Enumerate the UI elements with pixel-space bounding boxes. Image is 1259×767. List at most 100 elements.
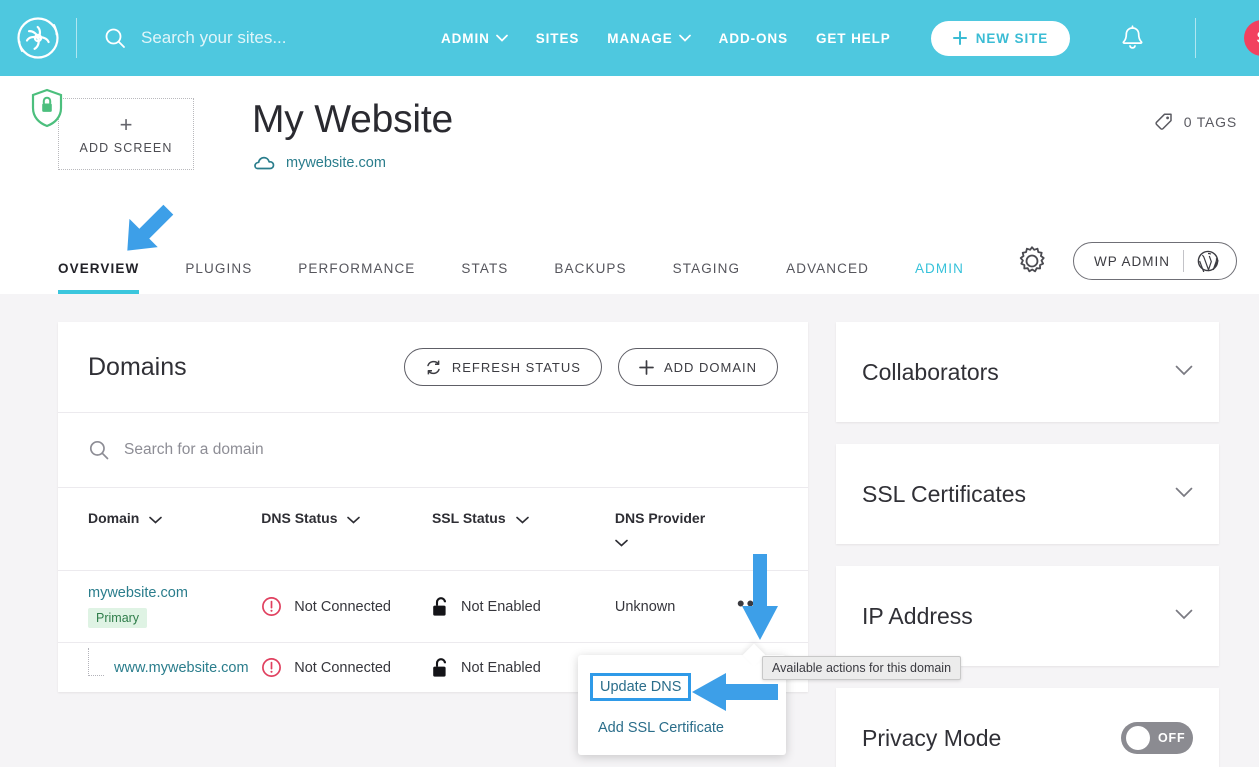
add-domain-label: ADD DOMAIN (663, 359, 757, 375)
cloud-icon (254, 156, 275, 170)
table-row: mywebsite.com Primary Not Connected Not … (58, 570, 808, 643)
nav-item-sites[interactable]: SITES (536, 31, 580, 46)
table-header-row: Domain DNS Status SSL Status DNS Provide… (58, 488, 808, 571)
avatar: S (1244, 20, 1259, 56)
sidebar-card-title: SSL Certificates (862, 480, 1027, 507)
domain-link[interactable]: mywebsite.com (88, 585, 261, 601)
wp-admin-button[interactable]: WP ADMIN (1072, 242, 1237, 280)
add-domain-button[interactable]: ADD DOMAIN (617, 348, 778, 386)
column-header-dns-provider[interactable]: DNS Provider (615, 488, 737, 571)
column-header-dns-status[interactable]: DNS Status (261, 488, 432, 571)
page-header-actions: WP ADMIN (1015, 242, 1237, 280)
sidebar-card-title: Collaborators (862, 358, 999, 385)
nav-item-label: ADMIN (441, 30, 490, 46)
sidebar-card-ssl-certificates[interactable]: SSL Certificates (836, 444, 1219, 544)
chevron-down-icon (515, 511, 529, 527)
column-label: DNS Provider (614, 510, 706, 526)
menu-item-add-ssl-certificate[interactable]: Add SSL Certificate (578, 711, 786, 745)
brand-logo[interactable] (0, 13, 76, 63)
domain-search[interactable] (58, 413, 808, 488)
row-actions-ellipsis-icon[interactable]: ••• (737, 591, 766, 616)
tab-performance[interactable]: PERFORMANCE (298, 261, 415, 294)
plus-icon (639, 359, 654, 375)
column-header-actions (737, 488, 808, 571)
settings-button[interactable] (1015, 244, 1049, 278)
page-title: My Website (252, 98, 453, 141)
domain-link[interactable]: www.mywebsite.com (114, 660, 249, 676)
search-input[interactable] (141, 28, 441, 48)
new-site-button[interactable]: NEW SITE (930, 20, 1071, 56)
column-label: DNS Status (261, 510, 338, 526)
wordpress-icon (1197, 250, 1219, 272)
unlocked-padlock-icon (433, 597, 447, 616)
nav-item-get-help[interactable]: GET HELP (816, 31, 891, 46)
tab-plugins[interactable]: PLUGINS (185, 261, 252, 294)
add-screen-label: ADD SCREEN (79, 140, 173, 155)
cell-dns-status: Not Connected (261, 570, 432, 643)
nav-item-label: GET HELP (815, 30, 891, 46)
tab-backups[interactable]: BACKUPS (554, 261, 626, 294)
sidebar-card-title: IP Address (862, 602, 973, 629)
site-domain-line[interactable]: mywebsite.com (252, 155, 453, 171)
dns-status-text: Not Connected (294, 659, 391, 676)
tooltip-available-actions: Available actions for this domain (762, 656, 962, 680)
sidebar-card-title: Privacy Mode (862, 724, 1002, 751)
refresh-status-button[interactable]: REFRESH STATUS (403, 348, 602, 386)
domains-actions: REFRESH STATUS ADD DOMAIN (403, 348, 778, 386)
row-actions-menu: Update DNS Add SSL Certificate (578, 655, 786, 755)
tags-button[interactable]: 0 TAGS (1154, 112, 1237, 132)
search-icon (89, 440, 109, 460)
plus-icon: + (119, 111, 133, 137)
tab-overview[interactable]: OVERVIEW (58, 261, 140, 294)
site-title-block: My Website mywebsite.com (252, 98, 453, 171)
sidebar-card-collaborators[interactable]: Collaborators (836, 322, 1219, 422)
gear-icon (1019, 246, 1045, 273)
chevron-down-icon[interactable] (1175, 485, 1193, 503)
chevron-down-icon[interactable] (1175, 607, 1193, 625)
nav-item-add-ons[interactable]: ADD-ONS (719, 31, 788, 46)
column-header-ssl-status[interactable]: SSL Status (432, 488, 615, 571)
wp-admin-label: WP ADMIN (1093, 253, 1170, 269)
domain-search-input[interactable] (124, 441, 464, 459)
top-header-bar: ADMIN SITES MANAGE ADD-ONS GET HELP N (0, 0, 1259, 76)
cell-dns-status: Not Connected (261, 642, 432, 692)
chevron-down-icon[interactable] (1175, 363, 1193, 381)
cell-actions: ••• (736, 570, 808, 643)
cell-ssl-status: Not Enabled (431, 570, 615, 643)
tab-advanced[interactable]: ADVANCED (786, 261, 869, 294)
nav-item-admin[interactable]: ADMIN (441, 31, 508, 46)
privacy-mode-toggle[interactable]: OFF (1121, 722, 1193, 754)
new-site-label: NEW SITE (975, 30, 1049, 46)
add-screen-button[interactable]: + ADD SCREEN (58, 98, 194, 170)
toggle-knob (1126, 726, 1150, 750)
chevron-down-icon (149, 511, 163, 527)
nav-item-manage[interactable]: MANAGE (607, 31, 691, 46)
sidebar-card-ip-address[interactable]: IP Address (836, 566, 1219, 666)
sidebar-column: Collaborators SSL Certificates IP Addres… (836, 322, 1219, 767)
dns-provider-text: Unknown (614, 598, 676, 615)
ssl-status-text: Not Enabled (460, 598, 541, 615)
cell-dns-provider: Unknown (614, 570, 737, 643)
add-screen-block: + ADD SCREEN (31, 88, 198, 171)
chevron-down-icon (678, 34, 691, 42)
search-icon (105, 28, 125, 48)
tab-admin[interactable]: ADMIN (915, 261, 964, 294)
refresh-icon (427, 360, 440, 374)
tree-branch-connector-icon (88, 647, 104, 676)
notifications-button[interactable] (1120, 24, 1145, 52)
alert-circle-icon (262, 658, 282, 677)
menu-item-update-dns[interactable]: Update DNS (590, 673, 692, 701)
tag-icon (1155, 113, 1172, 130)
user-menu[interactable]: S (1244, 20, 1259, 56)
global-search[interactable] (77, 26, 441, 50)
chevron-down-icon (347, 511, 361, 527)
tab-staging[interactable]: STAGING (673, 261, 740, 294)
tab-stats[interactable]: STATS (461, 261, 508, 294)
ssl-status-text: Not Enabled (460, 659, 541, 676)
column-header-domain[interactable]: Domain (58, 488, 261, 571)
column-label: SSL Status (431, 510, 506, 526)
unlocked-padlock-icon (433, 658, 447, 677)
site-domain-link[interactable]: mywebsite.com (286, 155, 386, 171)
alert-circle-icon (262, 597, 282, 616)
domains-title: Domains (88, 352, 187, 381)
